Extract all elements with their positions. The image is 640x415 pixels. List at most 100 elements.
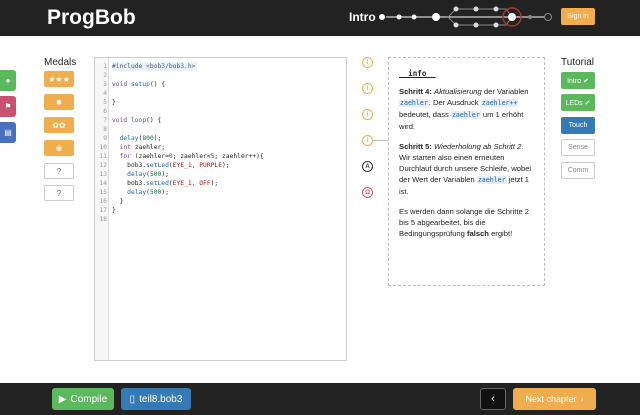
info-summary: Es werden dann solange die Schritte 2 bi… <box>399 207 530 238</box>
bottom-bar: ▶ Compile ▯ teil8.bob3 ‹ Next chapter › <box>0 383 640 415</box>
code-line[interactable]: 7 void loop() { <box>95 116 346 125</box>
code-line[interactable]: 3 void setup() { <box>95 80 346 89</box>
code-editor[interactable]: 1 #include <bob3/bob3.h> 2 3 void setup() { 4… <box>94 57 347 361</box>
code-line[interactable]: 15 delay(500); <box>95 188 346 197</box>
progress-node <box>453 22 459 28</box>
medal-flower[interactable]: ❀ <box>44 140 74 156</box>
line-number: 15 <box>99 189 107 196</box>
code-text[interactable]: #include <bob3/bob3.h> <box>112 62 198 71</box>
code-line[interactable]: 2 <box>95 71 346 80</box>
progress-node <box>493 22 499 28</box>
code-line[interactable]: 12 bob3.setLed(EYE_1, PURPLE); <box>95 161 346 170</box>
info-marker-icon[interactable]: i <box>362 83 373 94</box>
code-line[interactable]: 10 int zaehler; <box>95 143 346 152</box>
marker-connector <box>373 140 388 141</box>
code-line[interactable]: 8 <box>95 125 346 134</box>
code-text[interactable]: } <box>112 98 116 107</box>
medal-flowers[interactable]: ✿✿ <box>44 117 74 133</box>
line-number: 4 <box>103 90 107 97</box>
top-navbar: ProgBob Intro Sign in <box>0 0 640 36</box>
code-text[interactable]: for (zaehler=0; zaehler<5; zaehler++){ <box>112 152 264 161</box>
progress-node <box>453 6 459 12</box>
file-icon: ▯ <box>129 393 136 405</box>
code-line[interactable]: 11 for (zaehler=0; zaehler<5; zaehler++)… <box>95 152 346 161</box>
medal-sun[interactable]: ✸ <box>44 94 74 110</box>
file-button[interactable]: ▯ teil8.bob3 <box>121 388 191 410</box>
medals-title: Medals <box>44 57 77 68</box>
code-text[interactable]: } <box>112 206 116 215</box>
tab-drop-icon[interactable]: ● <box>0 70 16 91</box>
code-text[interactable]: } <box>112 197 124 206</box>
progress-node <box>473 6 479 12</box>
info-marker-icon[interactable]: i <box>362 135 373 146</box>
code-text[interactable]: bob3.setLed(EYE_1, PURPLE); <box>112 161 229 170</box>
alpha-marker-icon[interactable]: A <box>362 161 373 172</box>
line-number: 6 <box>103 108 107 115</box>
code-line[interactable]: 9 delay(800); <box>95 134 346 143</box>
progress-node <box>411 14 417 20</box>
medal-locked[interactable]: ? <box>44 185 74 201</box>
code-line[interactable]: 5} <box>95 98 346 107</box>
progress-node <box>473 22 479 28</box>
info-title: __info__ <box>399 69 436 78</box>
chapter-progress-track[interactable] <box>378 4 553 32</box>
code-line[interactable]: 17} <box>95 206 346 215</box>
brand-logo[interactable]: ProgBob <box>47 6 136 30</box>
code-text[interactable]: bob3.setLed(EYE_1, OFF); <box>112 179 218 188</box>
progress-node <box>432 13 440 21</box>
line-number: 17 <box>99 207 107 214</box>
line-number: 14 <box>99 180 107 187</box>
line-number: 11 <box>99 153 107 160</box>
code-line[interactable]: 18 <box>95 215 346 224</box>
line-number: 13 <box>99 171 107 178</box>
code-text[interactable]: void setup() { <box>112 80 165 89</box>
play-icon: ▶ <box>58 393 67 405</box>
progress-node <box>396 14 402 20</box>
info-step-4: Schritt 4: Aktualisierung der Variablen … <box>399 87 529 131</box>
code-line[interactable]: 4 <box>95 89 346 98</box>
line-number: 7 <box>103 117 107 124</box>
info-step-5: Schritt 5: Wiederholung ab Schritt 2. Wi… <box>399 142 532 196</box>
line-number: 16 <box>99 198 107 205</box>
code-text[interactable]: void loop() { <box>112 116 161 125</box>
tutorial-comm-button[interactable]: Comm <box>561 162 595 179</box>
line-number: 1 <box>103 63 107 70</box>
progress-node <box>493 6 499 12</box>
tutorial-sense-button[interactable]: Sense <box>561 139 595 156</box>
compile-button[interactable]: ▶ Compile <box>52 388 114 410</box>
next-chapter-button[interactable]: Next chapter › <box>513 388 596 410</box>
tutorial-intro-button[interactable]: Intro ✔ <box>561 72 595 89</box>
line-number: 10 <box>99 144 107 151</box>
info-panel: __info__ Schritt 4: Aktualisierung der V… <box>388 57 545 286</box>
code-text[interactable]: delay(500); <box>112 170 169 179</box>
code-line[interactable]: 16 } <box>95 197 346 206</box>
line-number: 2 <box>103 72 107 79</box>
chevron-right-icon: › <box>580 394 584 404</box>
info-marker-icon[interactable]: i <box>362 57 373 68</box>
line-number: 8 <box>103 126 107 133</box>
code-line[interactable]: 6 <box>95 107 346 116</box>
tutorial-leds-button[interactable]: LEDs ✔ <box>561 94 595 111</box>
info-marker-icon[interactable]: i <box>362 109 373 120</box>
tutorial-touch-button[interactable]: Touch <box>561 117 595 134</box>
line-number: 3 <box>103 81 107 88</box>
sign-in-button[interactable]: Sign in <box>561 8 595 25</box>
medal-locked[interactable]: ? <box>44 163 74 179</box>
medal-three-stars[interactable]: ★★★ <box>44 71 74 87</box>
line-number: 18 <box>99 216 107 223</box>
line-number: 12 <box>99 162 107 169</box>
code-line[interactable]: 14 bob3.setLed(EYE_1, OFF); <box>95 179 346 188</box>
tab-flag-icon[interactable]: ⚑ <box>0 96 16 117</box>
tab-book-icon[interactable]: ▤ <box>0 122 16 143</box>
omega-marker-icon[interactable]: Ω <box>362 187 373 198</box>
code-text[interactable]: delay(500); <box>112 188 169 197</box>
code-line[interactable]: 13 delay(500); <box>95 170 346 179</box>
progress-node <box>378 13 386 21</box>
previous-chapter-button[interactable]: ‹ <box>480 388 506 410</box>
code-text[interactable]: delay(800); <box>112 134 162 143</box>
progress-label: Intro <box>349 10 376 24</box>
code-text[interactable]: int zaehler; <box>112 143 166 152</box>
progress-node <box>544 13 552 21</box>
line-number: 5 <box>103 99 107 106</box>
code-line[interactable]: 1 #include <bob3/bob3.h> <box>95 62 346 71</box>
